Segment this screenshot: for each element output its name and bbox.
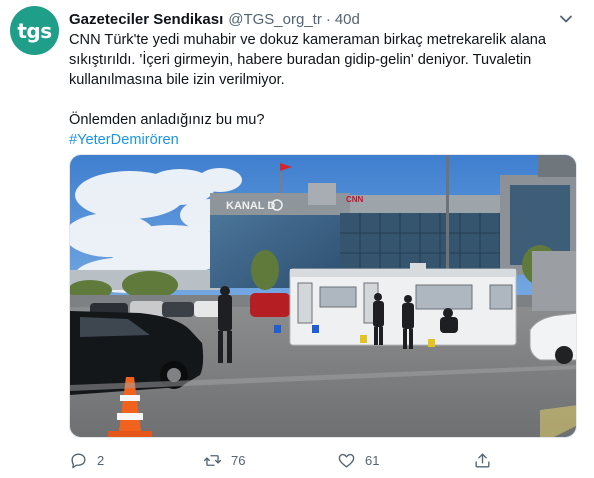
reply-button[interactable]: 2 bbox=[69, 448, 104, 472]
tweet-text-line: Önlemden anladığınız bu mu? bbox=[69, 112, 265, 128]
user-handle[interactable]: @TGS_org_tr bbox=[228, 11, 322, 28]
tweet-timestamp[interactable]: 40d bbox=[335, 11, 360, 28]
retweet-count: 76 bbox=[231, 452, 246, 468]
like-button[interactable]: 61 bbox=[337, 448, 379, 472]
building-sign: KANAL D bbox=[226, 200, 275, 212]
hashtag-link[interactable]: #YeterDemirören bbox=[69, 130, 581, 150]
heart-icon bbox=[338, 453, 355, 468]
building-logo: CNN bbox=[346, 195, 364, 204]
separator-dot: · bbox=[325, 10, 331, 28]
tweet-photo[interactable]: KANAL D CNN bbox=[69, 154, 577, 438]
share-button[interactable] bbox=[473, 448, 492, 472]
tweet-header: Gazeteciler Sendikası @TGS_org_tr · 40d bbox=[69, 9, 574, 29]
like-count: 61 bbox=[365, 452, 380, 468]
photo-scene: KANAL D CNN bbox=[70, 155, 576, 437]
reply-icon bbox=[71, 452, 86, 468]
tweet-actions: 2 76 61 bbox=[69, 448, 509, 472]
chevron-down-icon[interactable] bbox=[558, 11, 574, 27]
tweet-text: CNN Türk'te yedi muhabir ve dokuz kamera… bbox=[69, 30, 581, 150]
retweet-button[interactable]: 76 bbox=[203, 448, 245, 472]
reply-count: 2 bbox=[97, 452, 105, 468]
tweet-text-line: sıkıştırıldı. 'İçeri girmeyin, habere bu… bbox=[69, 52, 532, 68]
retweet-icon bbox=[203, 454, 222, 466]
share-icon bbox=[475, 452, 490, 468]
tweet[interactable]: tgs Gazeteciler Sendikası @TGS_org_tr · … bbox=[0, 0, 594, 478]
tweet-text-line: kullanılmasına bile izin verilmiyor. bbox=[69, 72, 285, 88]
display-name[interactable]: Gazeteciler Sendikası bbox=[69, 11, 223, 28]
tweet-text-line: CNN Türk'te yedi muhabir ve dokuz kamera… bbox=[69, 32, 547, 48]
avatar[interactable]: tgs bbox=[10, 6, 59, 55]
avatar-logo-text: tgs bbox=[17, 18, 52, 43]
